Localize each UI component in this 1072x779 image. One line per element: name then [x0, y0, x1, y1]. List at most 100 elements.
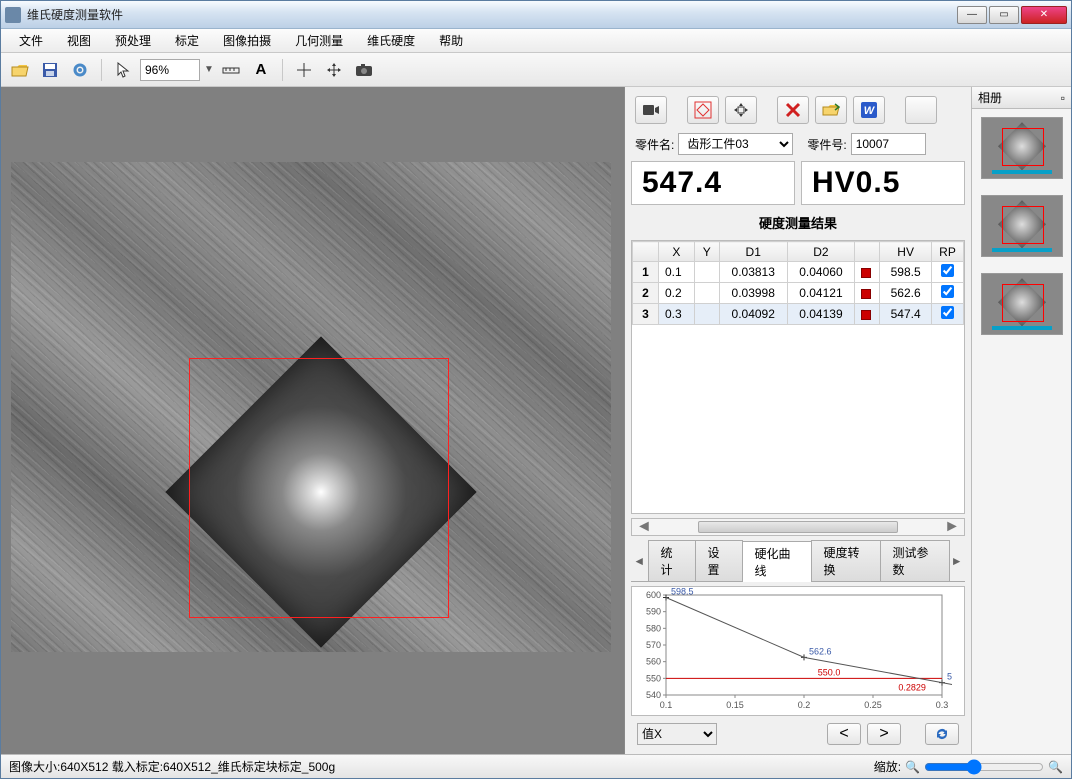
tab-stats[interactable]: 统计	[648, 540, 696, 581]
hardening-curve-chart: 5405505605705805906000.10.150.20.250.355…	[631, 586, 965, 716]
close-button[interactable]: ✕	[1021, 6, 1067, 24]
big-value-row: 547.4 HV0.5	[631, 161, 965, 205]
zoom-slider[interactable]	[924, 759, 1044, 775]
results-table: X Y D1 D2 HV RP 1 0.1 0.03813	[631, 240, 965, 514]
menu-geometry[interactable]: 几何测量	[283, 30, 355, 51]
folder-open-icon[interactable]	[815, 96, 847, 124]
svg-text:580: 580	[646, 623, 661, 633]
menu-bar: 文件 视图 预处理 标定 图像拍摄 几何测量 维氏硬度 帮助	[1, 29, 1071, 53]
table-empty-area	[632, 325, 964, 513]
menu-calibrate[interactable]: 标定	[163, 30, 211, 51]
zoom-select[interactable]	[140, 59, 200, 81]
hv-value-display: 547.4	[631, 161, 795, 205]
svg-text:0.3: 0.3	[936, 700, 949, 710]
table-row[interactable]: 1 0.1 0.03813 0.04060 598.5	[633, 262, 964, 283]
auto-measure-icon[interactable]	[725, 96, 757, 124]
next-button[interactable]: >	[867, 723, 901, 745]
svg-text:590: 590	[646, 607, 661, 617]
pointer-button[interactable]	[110, 57, 136, 83]
album-pin-icon[interactable]: ▫	[1061, 91, 1065, 105]
text-button[interactable]: A	[248, 57, 274, 83]
menu-file[interactable]: 文件	[7, 30, 55, 51]
menu-preprocess[interactable]: 预处理	[103, 30, 163, 51]
menu-view[interactable]: 视图	[55, 30, 103, 51]
alert-icon	[861, 310, 871, 320]
svg-text:562.6: 562.6	[809, 646, 832, 656]
svg-text:598.5: 598.5	[671, 587, 694, 597]
svg-text:0.15: 0.15	[726, 700, 744, 710]
tab-params[interactable]: 测试参数	[880, 540, 950, 581]
results-heading: 硬度测量结果	[631, 209, 965, 236]
part-name-label: 零件名:	[635, 136, 674, 153]
delete-icon[interactable]	[777, 96, 809, 124]
tab-convert[interactable]: 硬度转换	[811, 540, 881, 581]
maximize-button[interactable]: ▭	[989, 6, 1019, 24]
alert-icon	[861, 268, 871, 278]
album-thumbnail[interactable]	[981, 117, 1063, 179]
app-icon	[5, 7, 21, 23]
album-thumbnail[interactable]	[981, 273, 1063, 335]
refresh-button[interactable]	[925, 723, 959, 745]
image-viewer[interactable]: 0.05 mm	[1, 87, 625, 754]
word-export-icon[interactable]: W	[853, 96, 885, 124]
prev-button[interactable]: <	[827, 723, 861, 745]
zoom-in-icon[interactable]: 🔍	[1048, 760, 1063, 774]
svg-text:570: 570	[646, 640, 661, 650]
axis-select[interactable]: 值X	[637, 723, 717, 745]
chart-nav-row: 值X < >	[631, 720, 965, 748]
status-text: 图像大小:640X512 载入标定:640X512_维氏标定块标定_500g	[9, 758, 335, 775]
zoom-control: 缩放: 🔍 🔍	[874, 758, 1063, 775]
camera-button[interactable]	[351, 57, 377, 83]
tab-curve[interactable]: 硬化曲线	[742, 541, 812, 582]
rp-checkbox[interactable]	[941, 306, 954, 319]
svg-text:0.25: 0.25	[864, 700, 882, 710]
menu-capture[interactable]: 图像拍摄	[211, 30, 283, 51]
svg-text:550.0: 550.0	[818, 667, 841, 677]
action-icon-row: W	[631, 93, 965, 127]
tab-settings[interactable]: 设置	[695, 540, 743, 581]
blank-icon[interactable]	[905, 96, 937, 124]
toolbar: ▼ A	[1, 53, 1071, 87]
window-title: 维氏硬度测量软件	[27, 6, 123, 23]
svg-text:550: 550	[646, 673, 661, 683]
album-header: 相册 ▫	[972, 87, 1071, 109]
table-h-scrollbar[interactable]: ◄ ►	[631, 518, 965, 536]
table-row[interactable]: 2 0.2 0.03998 0.04121 562.6	[633, 283, 964, 304]
right-panel: W 零件名: 齿形工件03 零件号: 547.4 HV0.5	[625, 87, 1071, 754]
open-button[interactable]	[7, 57, 33, 83]
part-name-select[interactable]: 齿形工件03	[678, 133, 793, 155]
menu-help[interactable]: 帮助	[427, 30, 475, 51]
settings-button[interactable]	[67, 57, 93, 83]
rp-checkbox[interactable]	[941, 264, 954, 277]
scale-display: HV0.5	[801, 161, 965, 205]
svg-text:0.2: 0.2	[798, 700, 811, 710]
svg-text:0.2829: 0.2829	[898, 682, 926, 692]
detection-box[interactable]	[189, 358, 449, 618]
alert-icon	[861, 289, 871, 299]
svg-text:547.4: 547.4	[947, 672, 952, 682]
minimize-button[interactable]: —	[957, 6, 987, 24]
ruler-button[interactable]	[218, 57, 244, 83]
diamond-detect-icon[interactable]	[687, 96, 719, 124]
svg-text:560: 560	[646, 657, 661, 667]
save-button[interactable]	[37, 57, 63, 83]
menu-vickers[interactable]: 维氏硬度	[355, 30, 427, 51]
svg-text:W: W	[864, 105, 876, 117]
tab-scroll-left[interactable]: ◄	[631, 554, 648, 568]
tab-strip: ◄ 统计 设置 硬化曲线 硬度转换 测试参数 ►	[631, 540, 965, 582]
zoom-out-icon[interactable]: 🔍	[905, 760, 920, 774]
microscope-image: 0.05 mm	[11, 162, 611, 652]
table-header-row: X Y D1 D2 HV RP	[633, 242, 964, 262]
part-num-label: 零件号:	[807, 136, 846, 153]
svg-text:600: 600	[646, 590, 661, 600]
rp-checkbox[interactable]	[941, 285, 954, 298]
album-thumbnail[interactable]	[981, 195, 1063, 257]
tab-scroll-right[interactable]: ►	[949, 554, 966, 568]
video-icon[interactable]	[635, 96, 667, 124]
part-num-input[interactable]	[851, 133, 926, 155]
album-panel: 相册 ▫	[971, 87, 1071, 754]
crosshair-button[interactable]	[291, 57, 317, 83]
table-row[interactable]: 3 0.3 0.04092 0.04139 547.4	[633, 304, 964, 325]
move-button[interactable]	[321, 57, 347, 83]
main-area: 0.05 mm W 零件名:	[1, 87, 1071, 754]
